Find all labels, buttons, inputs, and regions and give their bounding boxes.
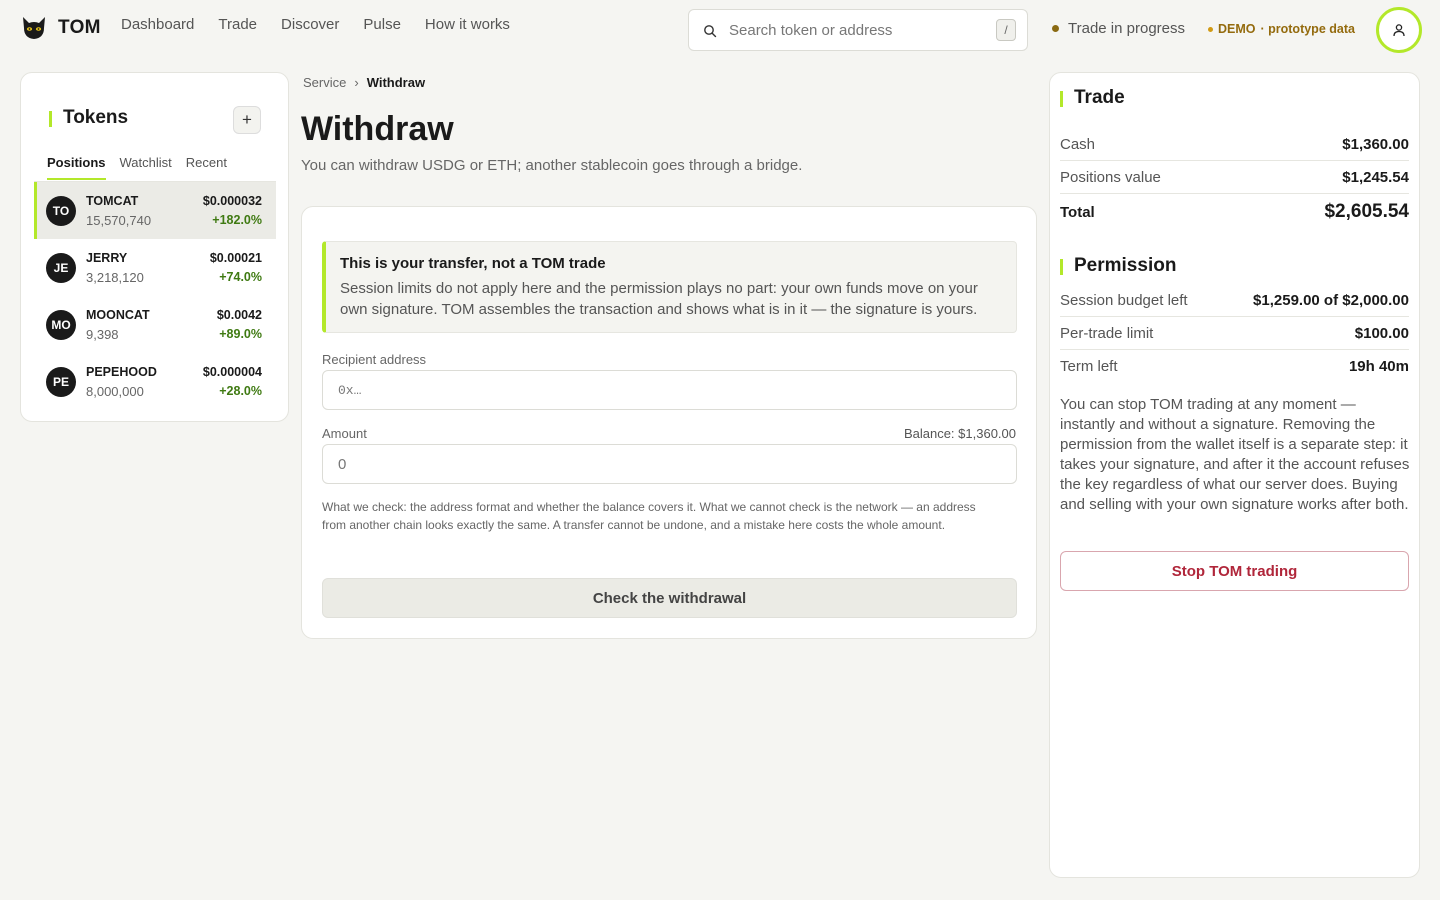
nav-discover[interactable]: Discover xyxy=(281,16,339,33)
token-quantity: 3,218,120 xyxy=(86,270,144,285)
token-avatar: MO xyxy=(46,310,76,340)
trade-title: Trade xyxy=(1060,87,1125,109)
recipient-address-input[interactable] xyxy=(323,371,1016,409)
positions-value-row: Positions value $1,245.54 xyxy=(1060,161,1409,194)
tab-recent[interactable]: Recent xyxy=(186,155,227,180)
total-row: Total $2,605.54 xyxy=(1060,196,1409,232)
breadcrumb-separator: › xyxy=(354,75,359,90)
permission-title: Permission xyxy=(1060,255,1176,277)
nav-dashboard[interactable]: Dashboard xyxy=(121,16,194,33)
token-quantity: 15,570,740 xyxy=(86,213,152,228)
per-trade-limit-row: Per-trade limit $100.00 xyxy=(1060,317,1409,350)
trade-permission-panel: Trade Cash $1,360.00 Positions value $1,… xyxy=(1049,72,1420,878)
search-box: / xyxy=(688,9,1028,51)
total-label: Total xyxy=(1060,204,1095,221)
token-row-jerry[interactable]: JE JERRY 3,218,120 $0.00021 +74.0% xyxy=(34,239,276,296)
token-avatar: JE xyxy=(46,253,76,283)
token-avatar: PE xyxy=(46,367,76,397)
session-budget-row: Session budget left $1,259.00 of $2,000.… xyxy=(1060,284,1409,317)
amount-field xyxy=(322,444,1017,484)
positions-value-label: Positions value xyxy=(1060,169,1161,186)
total-value: $2,605.54 xyxy=(1324,201,1409,222)
session-budget-label: Session budget left xyxy=(1060,292,1188,309)
token-row-mooncat[interactable]: MO MOONCAT 9,398 $0.0042 +89.0% xyxy=(34,296,276,353)
token-name: PEPEHOOD xyxy=(86,365,157,379)
demo-badge: DEMO · prototype data xyxy=(1208,22,1355,36)
term-left-value: 19h 40m xyxy=(1348,358,1409,375)
token-change: +89.0% xyxy=(219,327,262,341)
recipient-field xyxy=(322,370,1017,410)
nav-pulse[interactable]: Pulse xyxy=(363,16,401,33)
withdraw-form-card: This is your transfer, not a TOM trade S… xyxy=(301,206,1037,639)
page-title: Withdraw xyxy=(301,110,454,148)
account-button[interactable] xyxy=(1376,7,1422,53)
token-name: JERRY xyxy=(86,251,128,265)
positions-value: $1,245.54 xyxy=(1342,169,1409,186)
nav-trade[interactable]: Trade xyxy=(218,16,257,33)
term-left-label: Term left xyxy=(1060,358,1118,375)
tokens-panel: Tokens + Positions Watchlist Recent TO T… xyxy=(20,72,289,422)
stop-tom-trading-button[interactable]: Stop TOM trading xyxy=(1060,551,1409,591)
term-left-row: Term left 19h 40m xyxy=(1060,350,1409,383)
amount-input[interactable] xyxy=(323,445,1016,483)
token-change: +74.0% xyxy=(219,270,262,284)
notice-title: This is your transfer, not a TOM trade xyxy=(340,255,606,272)
token-change: +28.0% xyxy=(219,384,262,398)
token-avatar: TO xyxy=(46,196,76,226)
page-subtitle: You can withdraw USDG or ETH; another st… xyxy=(301,157,803,174)
tokens-title: Tokens xyxy=(49,107,128,129)
breadcrumb: Service › Withdraw xyxy=(303,75,425,90)
token-price: $0.000004 xyxy=(202,365,262,379)
token-name: MOONCAT xyxy=(86,308,150,322)
token-price: $0.0042 xyxy=(216,308,262,322)
cash-label: Cash xyxy=(1060,136,1096,153)
demo-label: DEMO xyxy=(1218,22,1256,36)
token-row-pepehood[interactable]: PE PEPEHOOD 8,000,000 $0.000004 +28.0% xyxy=(34,353,276,410)
tab-watchlist[interactable]: Watchlist xyxy=(120,155,172,180)
demo-sublabel: · prototype data xyxy=(1260,22,1355,36)
token-name: TOMCAT xyxy=(86,194,139,208)
nav-how-it-works[interactable]: How it works xyxy=(425,16,510,33)
breadcrumb-current: Withdraw xyxy=(366,75,426,90)
cat-logo-icon xyxy=(23,17,45,39)
demo-dot-icon xyxy=(1208,26,1213,32)
token-list: TO TOMCAT 15,570,740 $0.000032 +182.0% J… xyxy=(34,182,276,410)
token-price: $0.00021 xyxy=(209,251,262,265)
token-row-tomcat[interactable]: TO TOMCAT 15,570,740 $0.000032 +182.0% xyxy=(34,182,276,239)
main-nav: Dashboard Trade Discover Pulse How it wo… xyxy=(121,16,510,33)
token-change: +182.0% xyxy=(212,213,262,227)
logo[interactable]: TOM xyxy=(20,14,101,42)
trade-status-text: Trade in progress xyxy=(1068,20,1185,37)
tokens-tabs: Positions Watchlist Recent xyxy=(47,155,227,180)
logo-text: TOM xyxy=(58,17,101,38)
balance-text: Balance: $1,360.00 xyxy=(903,426,1016,441)
add-token-button[interactable]: + xyxy=(233,106,261,134)
permission-description: You can stop TOM trading at any moment —… xyxy=(1060,396,1410,513)
cash-value: $1,360.00 xyxy=(1342,136,1409,153)
per-trade-limit-label: Per-trade limit xyxy=(1060,325,1154,342)
validation-note: What we check: the address format and wh… xyxy=(322,500,976,532)
amount-label: Amount xyxy=(322,426,367,441)
search-shortcut-key: / xyxy=(996,19,1016,41)
search-input[interactable] xyxy=(729,20,979,40)
transfer-notice: This is your transfer, not a TOM trade S… xyxy=(322,241,1017,333)
recipient-label: Recipient address xyxy=(322,352,427,367)
user-icon xyxy=(1393,24,1405,37)
per-trade-limit-value: $100.00 xyxy=(1354,325,1409,342)
search-icon xyxy=(704,25,717,38)
check-withdrawal-button[interactable]: Check the withdrawal xyxy=(322,578,1017,618)
breadcrumb-service[interactable]: Service xyxy=(303,75,346,90)
token-quantity: 8,000,000 xyxy=(86,384,144,399)
cash-row: Cash $1,360.00 xyxy=(1060,128,1409,161)
tab-positions[interactable]: Positions xyxy=(47,155,106,180)
token-quantity: 9,398 xyxy=(86,327,119,342)
notice-body: Session limits do not apply here and the… xyxy=(340,280,978,318)
status-dot-icon xyxy=(1052,25,1059,32)
trade-status: Trade in progress xyxy=(1052,20,1185,37)
top-bar: TOM Dashboard Trade Discover Pulse How i… xyxy=(0,0,1440,60)
session-budget-value: $1,259.00 of $2,000.00 xyxy=(1253,292,1409,309)
token-price: $0.000032 xyxy=(202,194,262,208)
